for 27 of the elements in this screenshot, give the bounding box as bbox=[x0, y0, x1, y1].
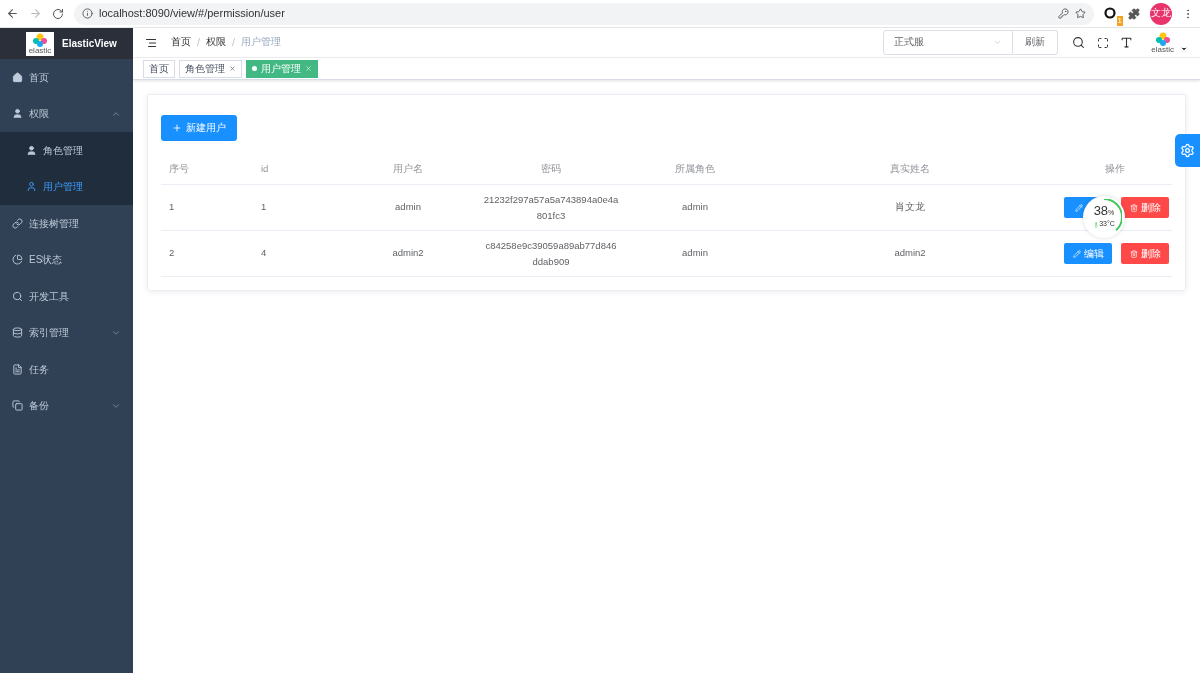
table-cell-text: 21232f297a57a5a743894a0e4a801fc3 bbox=[483, 192, 619, 223]
table-cell: admin bbox=[682, 247, 708, 259]
usage-reading: 38 bbox=[1093, 204, 1109, 218]
column-header: 序号 bbox=[168, 162, 190, 177]
table-cell: 4 bbox=[261, 247, 267, 259]
breadcrumb-item: 用户管理 bbox=[241, 35, 282, 50]
table-cell: 1 bbox=[261, 201, 267, 213]
table-cell-text: c84258e9c39059a89ab77d846ddab909 bbox=[484, 238, 618, 269]
column-header: 密码 bbox=[540, 162, 562, 177]
table-cell: admin2 bbox=[894, 247, 926, 259]
column-header: 所属角色 bbox=[674, 162, 716, 177]
logo-text: elastic bbox=[1151, 45, 1174, 54]
table-cell: 肖文龙 bbox=[895, 201, 925, 213]
column-header: 用户名 bbox=[392, 162, 424, 177]
breadcrumb-separator: / bbox=[197, 35, 201, 51]
table-cell: 1 bbox=[169, 201, 175, 213]
extension-badge: 1 bbox=[1116, 15, 1123, 26]
table-cell: admin2 bbox=[392, 247, 424, 259]
column-header: 真实姓名 bbox=[889, 162, 931, 177]
table-cell: admin bbox=[682, 201, 708, 213]
breadcrumb-separator: / bbox=[232, 35, 236, 51]
table-cell: admin bbox=[395, 201, 421, 213]
column-header: id bbox=[260, 162, 270, 177]
app-name: ElasticView bbox=[62, 37, 117, 51]
logo-text: elastic bbox=[28, 46, 52, 55]
table-cell: 2 bbox=[169, 247, 175, 259]
column-header: 操作 bbox=[1103, 162, 1126, 177]
